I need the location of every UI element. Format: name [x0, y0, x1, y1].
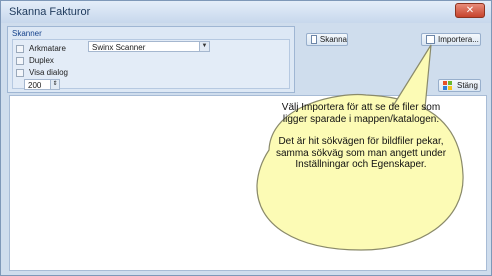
visa-dialog-row[interactable]: Visa dialog [16, 68, 68, 77]
skanna-label: Skanna [319, 35, 347, 44]
duplex-row[interactable]: Duplex [16, 56, 54, 65]
scan-invoices-window: Skanna Fakturor ✕ Skanner Arkmatare Dupl… [0, 0, 492, 276]
duplex-label: Duplex [29, 56, 54, 65]
callout-text: Välj Importera för att se de filer som l… [275, 102, 447, 171]
scanner-select-value: Swinx Scanner [92, 43, 146, 52]
title-bar: Skanna Fakturor ✕ [1, 1, 491, 23]
skanna-button[interactable]: Skanna [306, 33, 348, 46]
window-title: Skanna Fakturor [9, 6, 91, 18]
visa-dialog-checkbox[interactable] [16, 68, 24, 77]
arkmatare-checkbox[interactable] [16, 44, 24, 53]
callout-paragraph-2: Det är hit sökvägen för bildfiler pekar,… [275, 136, 447, 170]
callout-paragraph-1: Välj Importera för att se de filer som l… [281, 102, 441, 125]
scanner-group-title: Skanner [12, 29, 42, 38]
spinner-arrows-icon[interactable]: ⇕ [50, 80, 59, 89]
help-callout: Välj Importera för att se de filer som l… [251, 44, 471, 252]
resolution-spinner[interactable]: 200 ⇕ [24, 79, 60, 90]
scanner-group: Skanner Arkmatare Duplex Visa dialog Swi… [7, 26, 295, 93]
scan-icon [311, 35, 317, 44]
arkmatare-row[interactable]: Arkmatare [16, 44, 66, 53]
duplex-checkbox[interactable] [16, 56, 24, 65]
chevron-down-icon[interactable]: ▼ [199, 42, 209, 51]
visa-dialog-label: Visa dialog [29, 68, 68, 77]
resolution-value: 200 [28, 81, 42, 90]
close-button[interactable]: ✕ [455, 3, 485, 18]
scanner-select[interactable]: Swinx Scanner ▼ [88, 41, 210, 52]
arkmatare-label: Arkmatare [29, 44, 66, 53]
